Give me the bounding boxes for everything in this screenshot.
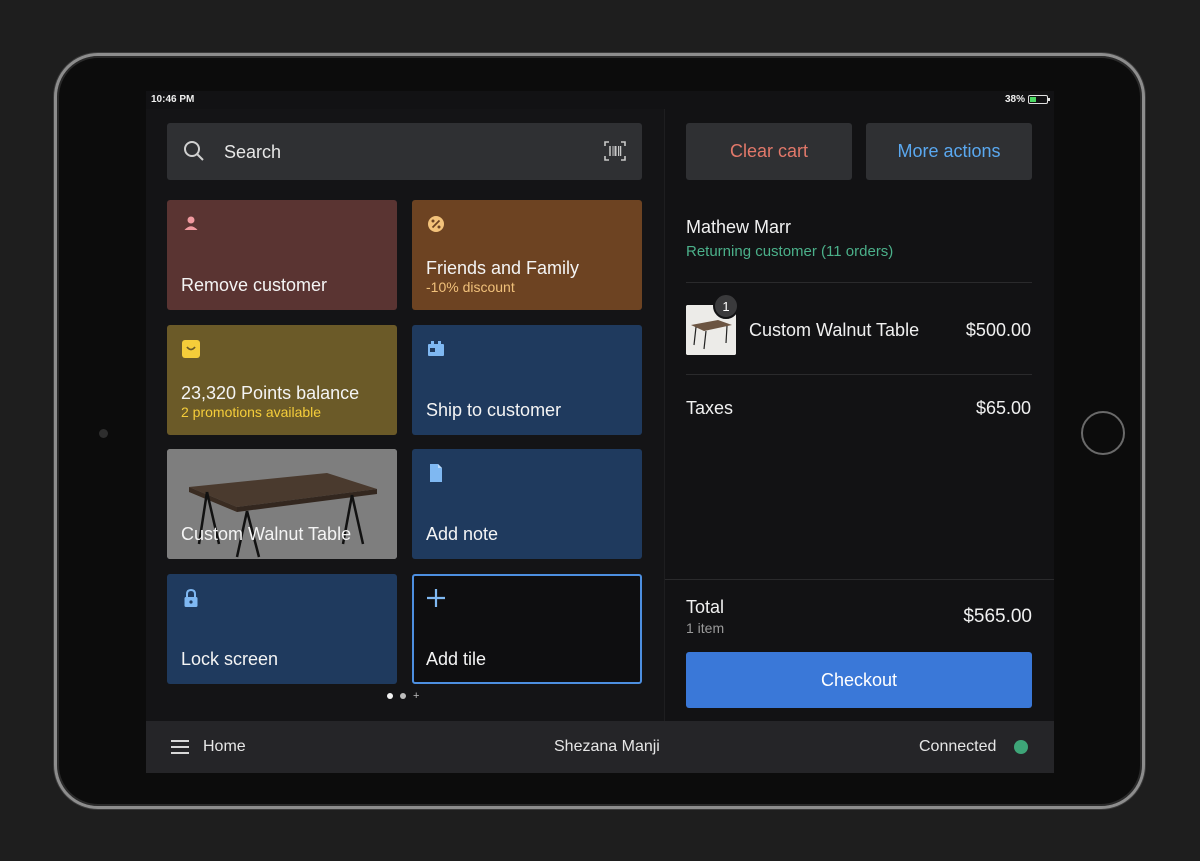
shipping-icon xyxy=(428,341,444,356)
page-indicator[interactable]: + xyxy=(387,691,419,702)
bottom-bar: Home Shezana Manji Connected xyxy=(146,721,1054,773)
total-value: $565.00 xyxy=(963,606,1032,627)
tile-ship-to-customer[interactable]: Ship to customer xyxy=(412,325,642,435)
tile-panel: Search Remove customer Friends and Famil… xyxy=(146,109,664,721)
tile-label: Add tile xyxy=(426,649,487,669)
barcode-scan-icon[interactable] xyxy=(603,140,627,162)
status-time: 10:46 PM xyxy=(151,94,195,105)
divider xyxy=(686,282,1032,283)
status-bar: 10:46 PM 38% xyxy=(146,91,1054,109)
plus-icon xyxy=(427,589,445,607)
search-input[interactable]: Search xyxy=(224,142,281,163)
tile-label: Custom Walnut Table xyxy=(181,524,352,544)
add-page-icon[interactable]: + xyxy=(413,691,419,702)
tile-lock-screen[interactable]: Lock screen xyxy=(167,574,397,684)
checkout-button[interactable]: Checkout xyxy=(686,652,1032,708)
page-dot-active[interactable] xyxy=(387,693,393,699)
tile-label: Remove customer xyxy=(181,275,328,295)
connection-status-dot xyxy=(1014,740,1028,754)
divider xyxy=(686,374,1032,375)
tile-sublabel: 2 promotions available xyxy=(181,404,322,420)
tile-custom-walnut-table[interactable]: Custom Walnut Table xyxy=(167,449,397,559)
tile-label: Add note xyxy=(426,524,499,544)
person-icon xyxy=(184,216,198,230)
note-icon xyxy=(430,464,442,482)
taxes-value: $65.00 xyxy=(975,398,1031,418)
tile-label: 23,320 Points balance 2 promotions avail… xyxy=(181,383,360,420)
total-label: Total xyxy=(686,597,725,617)
connection-status: Connected xyxy=(919,738,997,755)
total-section: Total 1 item $565.00 Checkout xyxy=(665,579,1054,721)
customer-name[interactable]: Mathew Marr xyxy=(686,217,791,238)
total-item-count: 1 item xyxy=(686,620,725,636)
search-bar[interactable]: Search xyxy=(167,123,642,180)
discount-icon xyxy=(428,216,444,232)
clear-cart-button[interactable]: Clear cart xyxy=(686,123,852,180)
battery-indicator: 38% xyxy=(1004,94,1050,105)
search-icon xyxy=(184,141,204,161)
more-actions-button[interactable]: More actions xyxy=(866,123,1032,180)
page-dot[interactable] xyxy=(400,693,406,699)
taxes-label[interactable]: Taxes xyxy=(686,398,733,419)
tile-points-balance[interactable]: 23,320 Points balance 2 promotions avail… xyxy=(167,325,397,435)
cart-item-name[interactable]: Custom Walnut Table xyxy=(749,320,919,341)
menu-icon[interactable] xyxy=(171,740,189,754)
quantity-badge: 1 xyxy=(713,293,739,319)
tile-label: Ship to customer xyxy=(426,400,562,420)
reward-icon xyxy=(182,340,200,358)
cart-item-price: $500.00 xyxy=(965,320,1031,340)
tile-sublabel: -10% discount xyxy=(426,279,515,295)
employee-name[interactable]: Shezana Manji xyxy=(554,738,660,756)
tile-add-note[interactable]: Add note xyxy=(412,449,642,559)
home-button[interactable] xyxy=(1081,411,1125,455)
tile-add-tile[interactable]: Add tile xyxy=(412,574,642,684)
cart-panel: Clear cart More actions Mathew Marr Retu… xyxy=(664,109,1054,721)
customer-status: Returning customer (11 orders) xyxy=(686,243,894,260)
tile-label: Lock screen xyxy=(181,649,279,669)
battery-percent: 38% xyxy=(1004,94,1025,105)
pos-screen: 10:46 PM 38% Search Remove customer Frie… xyxy=(146,91,1054,773)
tile-friends-family[interactable]: Friends and Family -10% discount xyxy=(412,200,642,310)
home-link[interactable]: Home xyxy=(203,738,246,756)
battery-icon xyxy=(1028,95,1050,104)
camera-dot xyxy=(99,429,108,438)
tile-remove-customer[interactable]: Remove customer xyxy=(167,200,397,310)
tile-label: Friends and Family -10% discount xyxy=(426,258,580,295)
lock-icon xyxy=(184,588,198,607)
